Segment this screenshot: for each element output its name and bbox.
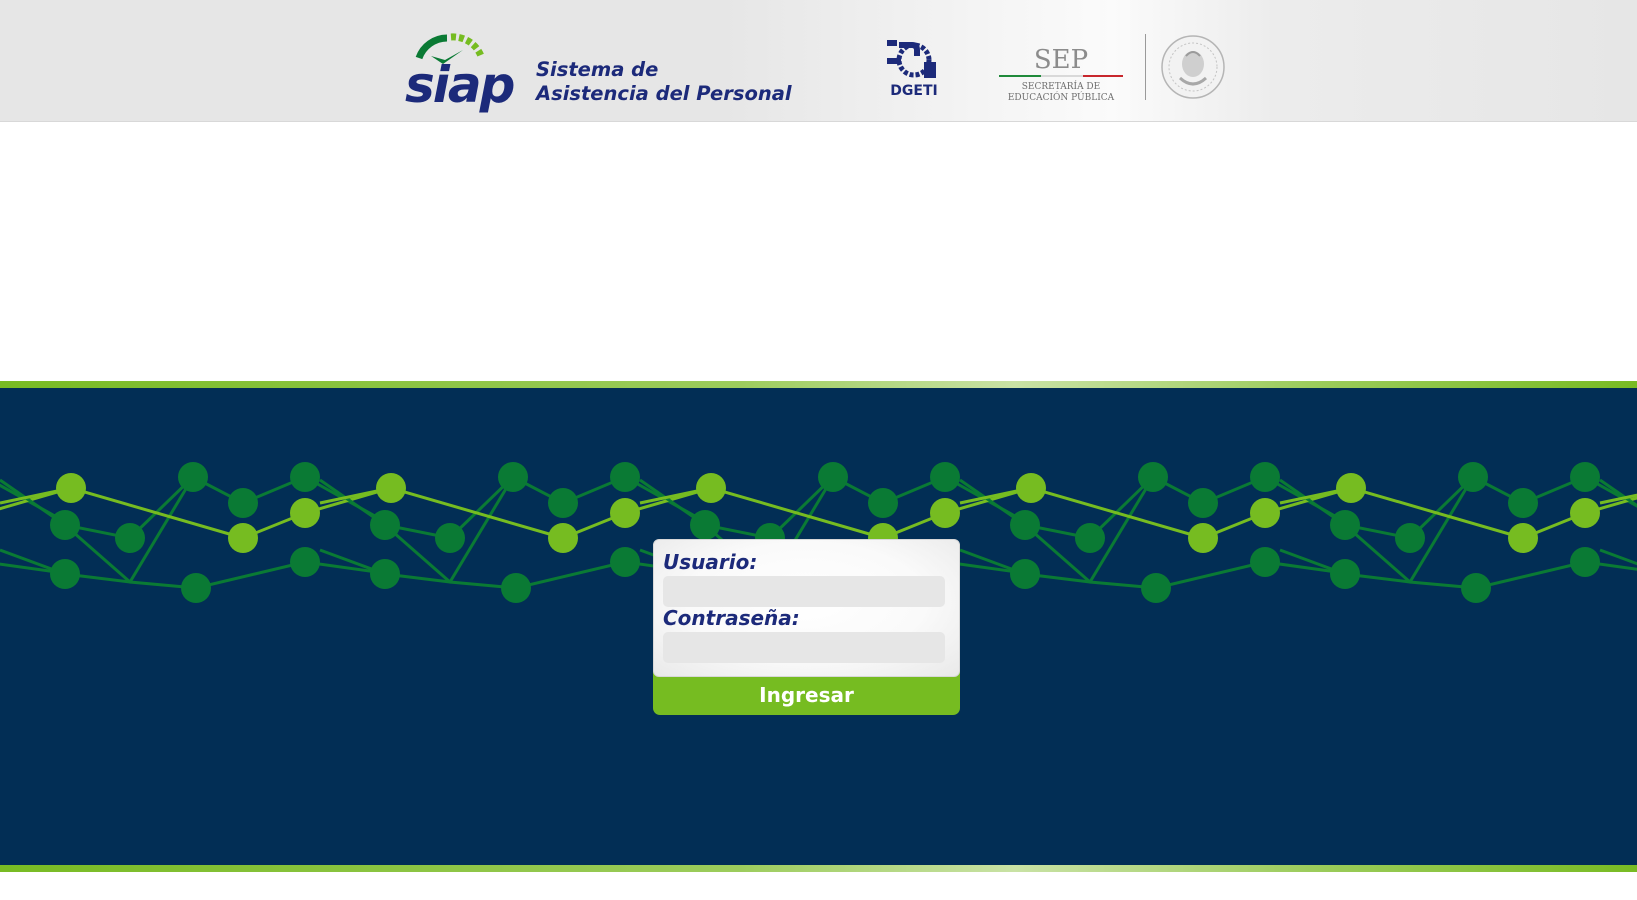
network-node [868, 488, 898, 518]
app-subtitle-line1: Sistema de [536, 58, 659, 81]
svg-text:DGETI: DGETI [890, 83, 937, 98]
header-bar: siap Sistema de Asistencia del Personal … [0, 0, 1637, 122]
network-node [1188, 523, 1218, 553]
network-node [181, 573, 211, 603]
network-node [50, 559, 80, 589]
network-link [1279, 476, 1475, 584]
svg-text:SEP: SEP [1034, 45, 1088, 75]
network-node [228, 523, 258, 553]
network-node [1570, 547, 1600, 577]
top-green-stripe [0, 381, 1637, 388]
network-node [1141, 573, 1171, 603]
network-link [959, 476, 1155, 584]
network-node [370, 510, 400, 540]
network-node [1250, 498, 1280, 528]
siap-logo: siap [405, 33, 516, 114]
network-node [1016, 473, 1046, 503]
network-node [1010, 510, 1040, 540]
network-node [1075, 523, 1105, 553]
network-node [56, 473, 86, 503]
svg-text:EDUCACIÓN PÚBLICA: EDUCACIÓN PÚBLICA [1008, 91, 1115, 103]
sep-logo: SEP SECRETARÍA DE EDUCACIÓN PÚBLICA [999, 45, 1123, 103]
network-node [1250, 547, 1280, 577]
network-node [548, 488, 578, 518]
network-node [228, 488, 258, 518]
network-node [178, 462, 208, 492]
dgeti-logo: DGETI [887, 40, 938, 98]
password-label: Contraseña: [663, 606, 800, 630]
password-input[interactable] [663, 632, 945, 663]
header-divider [1145, 34, 1146, 100]
app-subtitle: Sistema de Asistencia del Personal [536, 58, 792, 106]
network-node [1508, 523, 1538, 553]
network-node [1570, 498, 1600, 528]
network-node [818, 462, 848, 492]
network-node [1250, 462, 1280, 492]
network-node [1336, 473, 1366, 503]
network-node [1330, 510, 1360, 540]
network-node [1508, 488, 1538, 518]
network-node [290, 547, 320, 577]
network-link [319, 476, 515, 584]
network-node [290, 462, 320, 492]
network-node [610, 462, 640, 492]
bottom-green-stripe [0, 865, 1637, 872]
network-node [1395, 523, 1425, 553]
network-node [376, 473, 406, 503]
network-node [930, 498, 960, 528]
network-node [930, 462, 960, 492]
login-card: Usuario: Contraseña: [653, 539, 960, 677]
network-node [50, 510, 80, 540]
network-node [1010, 559, 1040, 589]
app-subtitle-line2: Asistencia del Personal [536, 82, 792, 105]
network-node [1461, 573, 1491, 603]
network-link [0, 476, 195, 584]
network-node [501, 573, 531, 603]
coat-of-arms-seal-icon [1161, 35, 1225, 99]
network-node [690, 510, 720, 540]
network-node [1188, 488, 1218, 518]
svg-text:siap: siap [405, 56, 514, 114]
network-node [696, 473, 726, 503]
network-node [548, 523, 578, 553]
network-node [1458, 462, 1488, 492]
network-node [1138, 462, 1168, 492]
login-panel: Usuario: Contraseña: Ingresar [653, 539, 960, 716]
svg-text:SECRETARÍA DE: SECRETARÍA DE [1022, 80, 1100, 92]
network-node [435, 523, 465, 553]
network-node [1570, 462, 1600, 492]
network-node [610, 498, 640, 528]
network-node [370, 559, 400, 589]
username-input[interactable] [663, 576, 945, 607]
network-node [290, 498, 320, 528]
network-node [1330, 559, 1360, 589]
network-node [610, 547, 640, 577]
network-node [115, 523, 145, 553]
username-label: Usuario: [663, 550, 758, 574]
network-node [498, 462, 528, 492]
